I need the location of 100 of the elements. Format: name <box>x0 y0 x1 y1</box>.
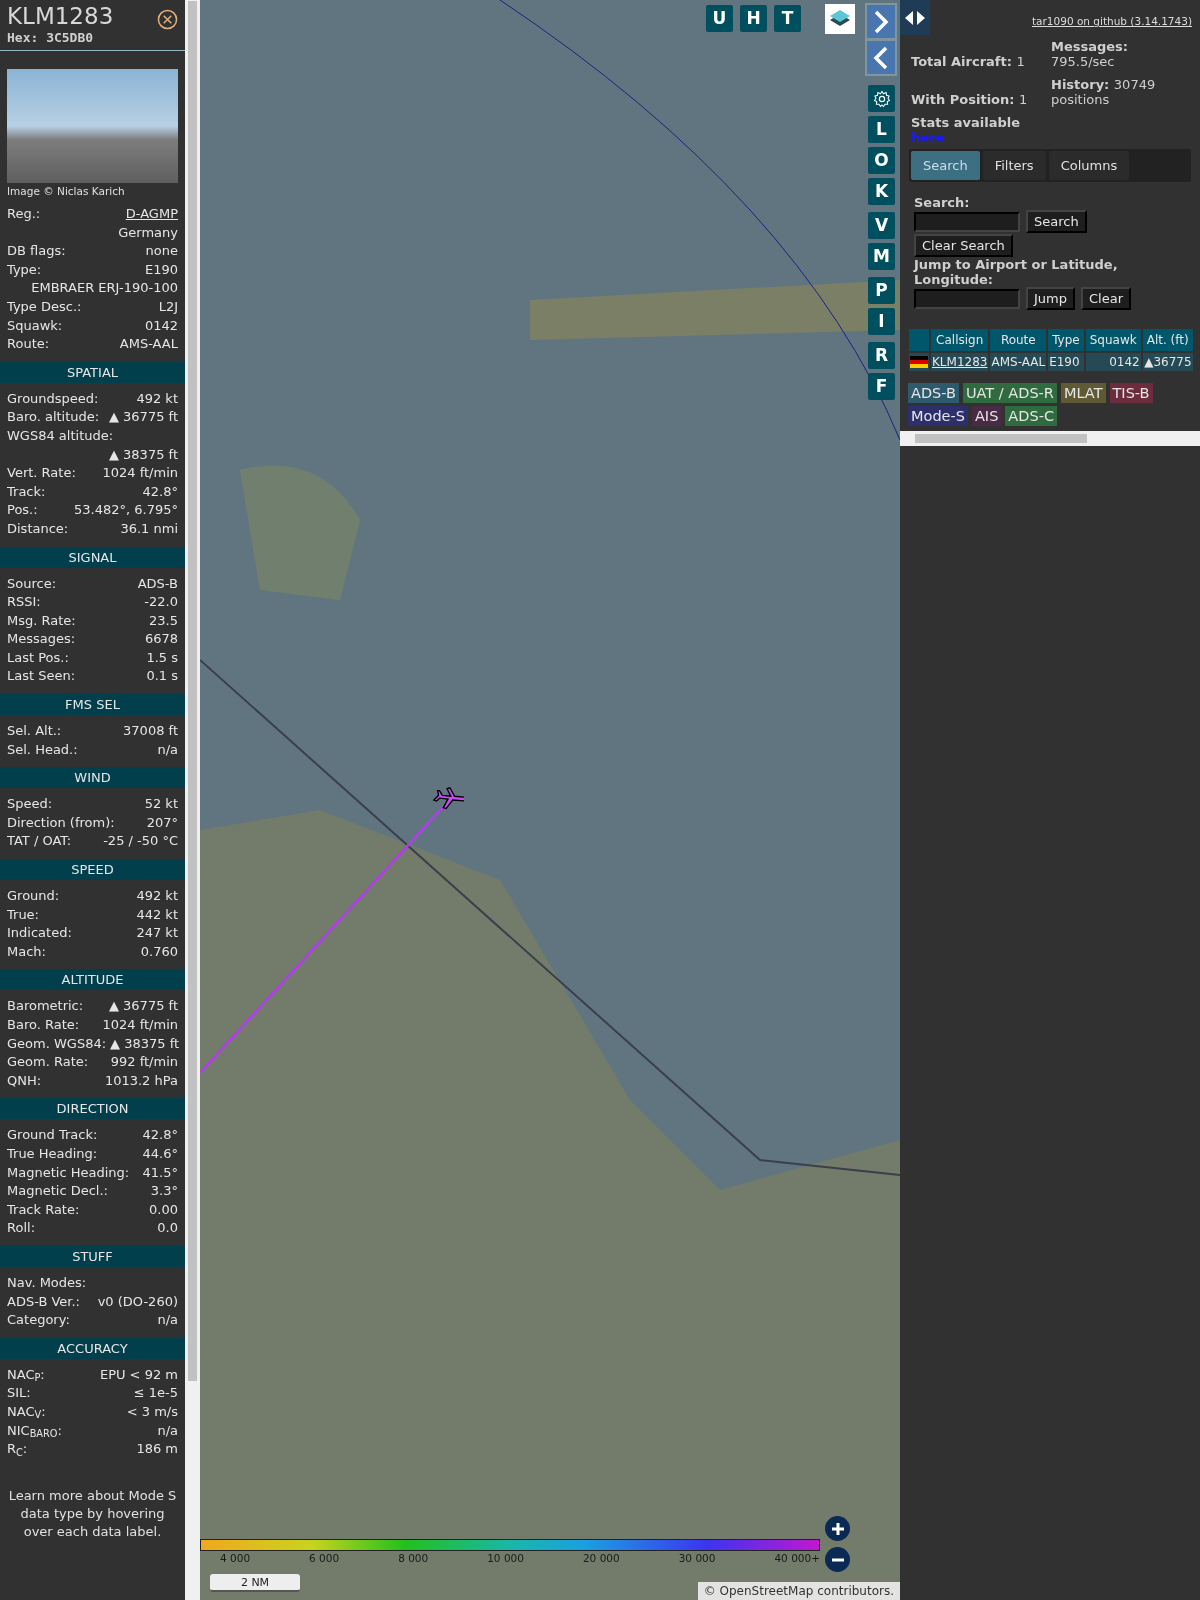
field-label: Geom. Rate: <box>7 1053 89 1072</box>
field-value: ADS-B <box>137 574 178 593</box>
field-value: 207° <box>146 813 178 832</box>
map-toggle-button[interactable]: H <box>740 5 767 32</box>
panel-tab[interactable]: Columns <box>1048 151 1130 180</box>
table-cell: E190 <box>1048 353 1084 371</box>
close-icon[interactable] <box>157 9 178 30</box>
map-toggle-button[interactable]: I <box>868 308 895 335</box>
column-header[interactable]: Route <box>990 329 1047 351</box>
map-toggle-button[interactable]: R <box>868 342 895 369</box>
stat-text: History: 30749 positions <box>1051 77 1157 107</box>
map-tile-drawing[interactable] <box>200 0 900 1600</box>
column-header[interactable]: Alt. (ft) <box>1142 329 1193 351</box>
field-value: 37008 ft <box>123 722 178 741</box>
field-value: 492 kt <box>136 389 178 408</box>
field-label: Track Rate: <box>7 1200 80 1219</box>
field-label: Magnetic Decl.: <box>7 1182 108 1201</box>
field-label: Category: <box>7 1311 70 1330</box>
map-toggle-button[interactable]: P <box>868 277 895 304</box>
stat-text: Total Aircraft: 1 <box>911 54 1026 69</box>
field-label: Squawk: <box>7 316 63 335</box>
field-value: 186 m <box>136 1440 178 1459</box>
field-value: 1013.2 hPa <box>104 1071 178 1090</box>
help-text: Learn more about Mode S data type by hovering over each data label. <box>7 1486 178 1541</box>
horizontal-scrollbar[interactable] <box>900 431 1200 446</box>
field-value: 492 kt <box>136 887 178 906</box>
field-label: Magnetic Heading: <box>7 1163 130 1182</box>
field-label: Speed: <box>7 795 53 814</box>
column-header[interactable]: Squawk <box>1085 329 1141 351</box>
table-cell: 0142 <box>1085 353 1141 371</box>
field-label: SIL: <box>7 1384 31 1403</box>
callsign-title: KLM1283 <box>7 3 114 29</box>
field-label: Vert. Rate: <box>7 464 76 483</box>
expand-button[interactable] <box>867 5 895 38</box>
field-label: R$_{C}$: <box>7 1440 28 1459</box>
source-legend-tag: Mode-S <box>908 406 968 426</box>
field-label: Track: <box>7 482 46 501</box>
field-label: True: <box>7 905 39 924</box>
map-toggle-button[interactable]: L <box>868 116 895 143</box>
field-value: 42.8° <box>142 482 178 501</box>
toggle-panel-button[interactable] <box>900 0 930 35</box>
column-header[interactable]: Callsign <box>931 329 989 351</box>
field-label: Baro. altitude: <box>7 408 100 427</box>
field-value: 992 ft/min <box>110 1053 178 1072</box>
collapse-button[interactable] <box>867 41 895 74</box>
map-toggle-button[interactable]: M <box>868 243 895 270</box>
field-value: EMBRAER ERJ-190-100 <box>31 279 178 298</box>
panel-tab[interactable]: Filters <box>982 151 1046 180</box>
field-label: RSSI: <box>7 593 41 612</box>
table-cell: ▲36775 <box>1142 353 1193 371</box>
field-value: 0.00 <box>149 1200 178 1219</box>
field-value: 52 kt <box>144 795 178 814</box>
clear-search-button[interactable]: Clear Search <box>914 234 1013 257</box>
field-label: Direction (from): <box>7 813 115 832</box>
field-label: Sel. Alt.: <box>7 722 62 741</box>
search-input-field[interactable] <box>914 211 1020 232</box>
photo-credit: Image © Niclas Karich <box>6 184 126 199</box>
search-button[interactable]: Search <box>1026 210 1087 233</box>
column-header[interactable]: Type <box>1048 329 1084 351</box>
stat-text: With Position: 1 <box>911 92 1029 107</box>
field-value: ▲ 38375 ft <box>108 445 178 464</box>
field-value: 44.6° <box>142 1144 178 1163</box>
map-attribution: © OpenStreetMap contributors. <box>697 1582 900 1600</box>
field-value: 42.8° <box>142 1126 178 1145</box>
section-header: WIND <box>0 767 185 789</box>
map-toggle-button[interactable]: T <box>774 5 801 32</box>
field-label: ADS-B Ver.: <box>7 1292 80 1311</box>
field-label: QNH: <box>7 1071 42 1090</box>
field-label: Barometric: <box>7 997 84 1016</box>
field-value: AMS-AAL <box>119 335 178 354</box>
field-value: 23.5 <box>149 611 178 630</box>
panel-tab[interactable]: Search <box>911 151 980 180</box>
field-label: TAT / OAT: <box>7 832 72 851</box>
map-toggle-button[interactable]: O <box>868 147 895 174</box>
field-value: none <box>145 242 178 261</box>
layers-button[interactable] <box>825 4 855 34</box>
section-header: FMS SEL <box>0 694 185 716</box>
field-value: 3.3° <box>150 1182 178 1201</box>
section-header: SPEED <box>0 859 185 881</box>
github-link[interactable]: tar1090 on github (3.14.1743) <box>1032 14 1192 30</box>
registration-link[interactable]: D-AGMP <box>125 205 178 224</box>
map-toggle-button[interactable]: V <box>868 212 895 239</box>
field-value: L2J <box>158 297 178 316</box>
table-cell: AMS-AAL <box>990 353 1047 371</box>
section-header: SPATIAL <box>0 361 185 383</box>
map-toggle-button[interactable]: K <box>868 178 895 205</box>
field-label: Ground: <box>7 887 60 906</box>
source-legend-tag: AIS <box>971 406 1002 426</box>
openstreetmap-link[interactable]: OpenStreetMap <box>719 1584 814 1598</box>
jump-input-field[interactable] <box>914 288 1020 309</box>
map-toggle-button[interactable]: U <box>706 5 733 32</box>
field-value: ▲ 36775 ft <box>108 997 178 1016</box>
field-label: NAC$_{P}$: <box>7 1365 45 1385</box>
clear-button[interactable]: Clear <box>1081 287 1131 310</box>
jump-button[interactable]: Jump <box>1026 287 1075 310</box>
vertical-scrollbar[interactable] <box>185 0 200 1600</box>
map-toggle-button[interactable]: F <box>868 373 895 400</box>
section-header: ACCURACY <box>0 1337 185 1359</box>
callsign-link[interactable]: KLM1283 <box>932 355 988 369</box>
settings-button[interactable] <box>868 85 895 112</box>
